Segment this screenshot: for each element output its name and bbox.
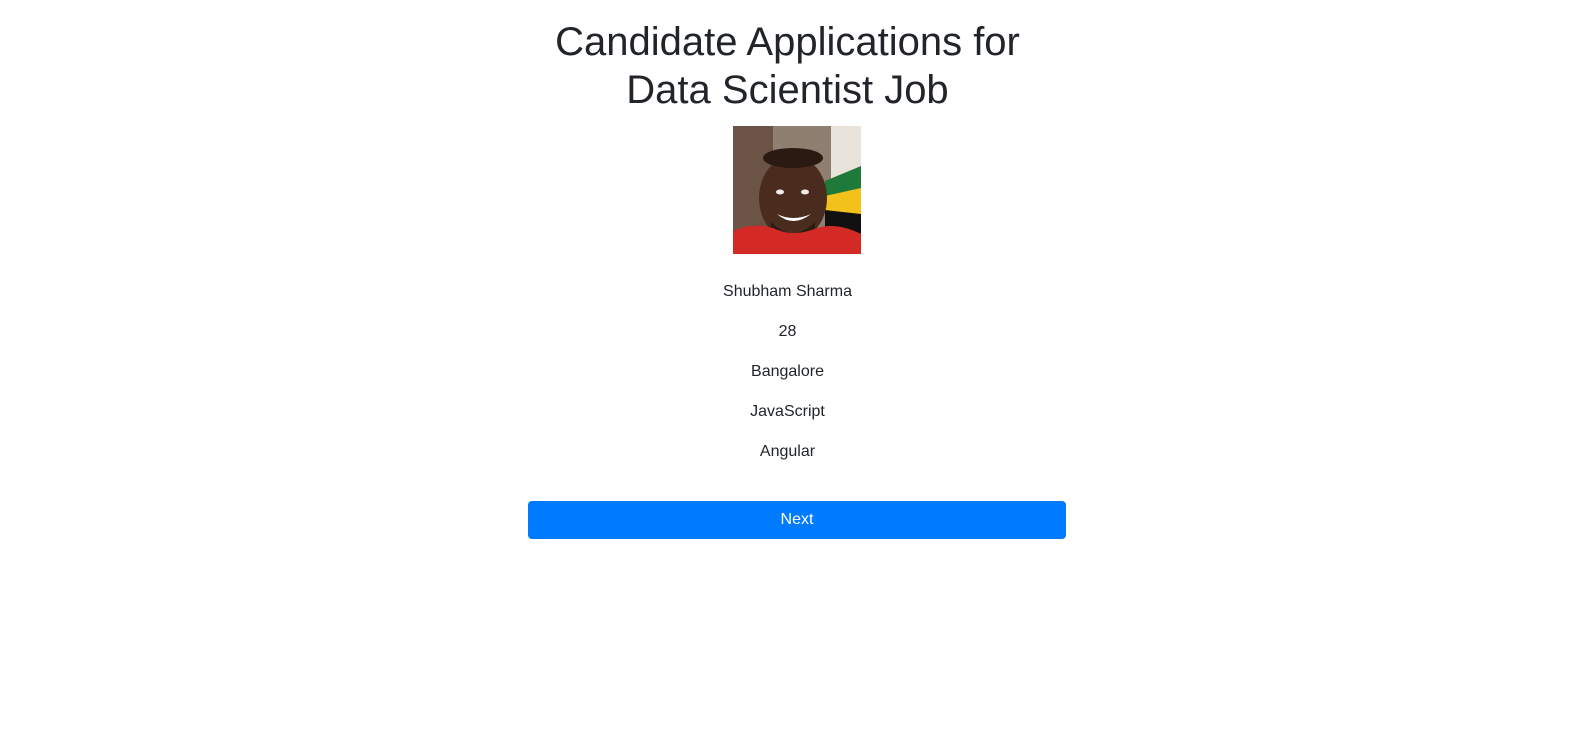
candidate-location: Bangalore — [751, 363, 824, 380]
candidate-photo-image — [733, 126, 861, 254]
candidate-skill-1: JavaScript — [750, 403, 825, 420]
page-title: Candidate Applications for Data Scientis… — [0, 18, 1575, 114]
next-button[interactable]: Next — [528, 501, 1066, 539]
candidate-photo — [733, 126, 861, 254]
page: Candidate Applications for Data Scientis… — [0, 0, 1575, 746]
candidate-name: Shubham Sharma — [723, 283, 852, 300]
candidate-age: 28 — [778, 323, 797, 340]
page-title-line-1: Candidate Applications for — [555, 20, 1020, 64]
candidate-skill-2: Angular — [759, 443, 816, 460]
page-title-line-2: Data Scientist Job — [626, 68, 949, 112]
